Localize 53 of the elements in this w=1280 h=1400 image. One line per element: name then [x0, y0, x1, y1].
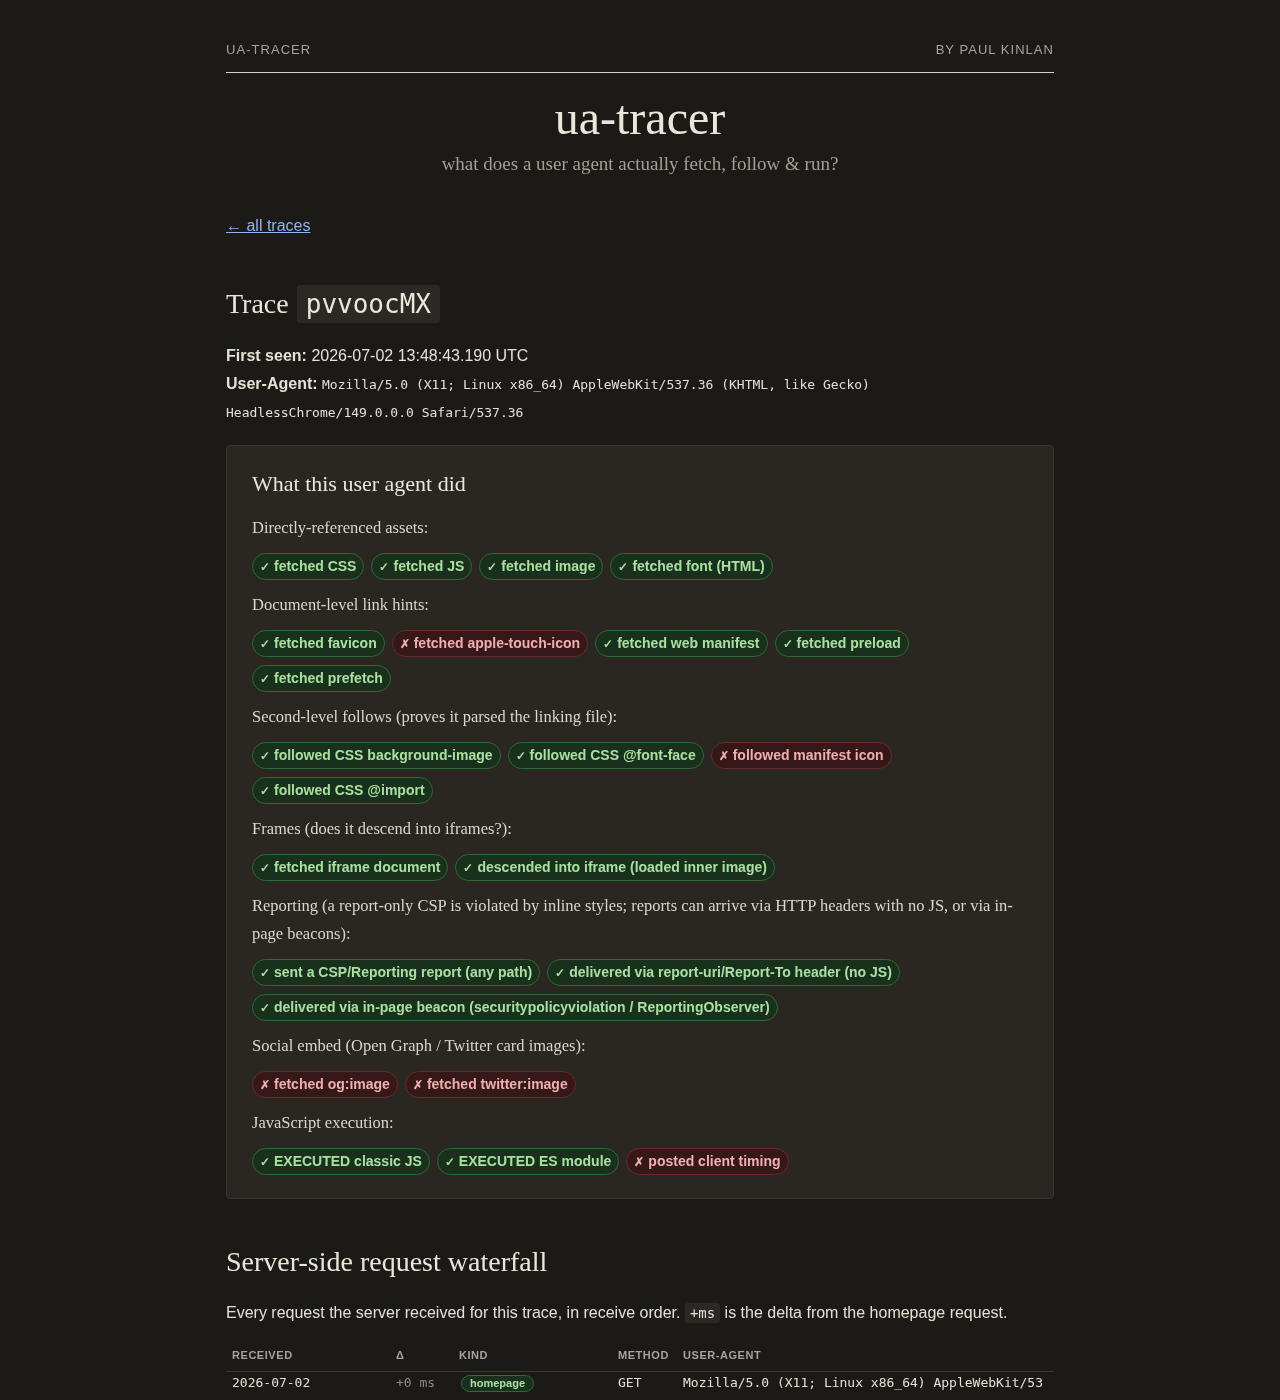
passed-result-tag: ✓ fetched image [479, 553, 604, 580]
passed-result-tag: ✓ followed CSS background-image [252, 742, 501, 769]
received-cell-text: 2026-07-02 [231, 1374, 312, 1392]
section-label: Second-level follows (proves it parsed the linking file): [252, 706, 619, 728]
failed-result-tag: ✗ followed manifest icon [710, 742, 892, 769]
failed-result-tag: ✗ fetched og:image [252, 1071, 398, 1098]
author-byline: BY PAUL KINLAN [935, 41, 1054, 59]
section-label: Frames (does it descend into iframes?): [252, 818, 513, 840]
column-header: METHOD [617, 1348, 670, 1363]
user-agent-cell-text: Mozilla/5.0 (X11; Linux x86_64) AppleWebKit/53 [682, 1374, 1045, 1392]
passed-result-tag: ✓ EXECUTED classic JS [252, 1148, 430, 1175]
method-cell-text: GET [617, 1374, 643, 1392]
column-header: Δ [395, 1348, 406, 1363]
section-label: JavaScript execution: [252, 1112, 395, 1134]
back-link[interactable]: ← all traces [226, 217, 311, 234]
first-seen-label: First seen: [226, 347, 307, 364]
passed-result-tag: ✓ EXECUTED ES module [436, 1148, 620, 1175]
passed-result-tag: ✓ descended into iframe (loaded inner image) [455, 854, 775, 881]
waterfall-description: Every request the server received for this trace, in receive order. +ms is the delta from the homepage request. [226, 1302, 1009, 1325]
trace-id: pvvoocMX [296, 285, 440, 323]
passed-result-tag: ✓ fetched prefetch [252, 665, 391, 692]
user-agent-line: User-Agent: Mozilla/5.0 (X11; Linux x86_64) AppleWebKit/537.36 (KHTML, like Gecko) HeadlessChrome/149.0.0.0 Safari/537.36 [226, 374, 871, 422]
failed-result-tag: ✗ fetched apple-touch-icon [391, 630, 589, 657]
column-header: USER-AGENT [682, 1348, 763, 1363]
passed-result-tag: ✓ sent a CSP/Reporting report (any path) [252, 959, 541, 986]
kind-tag: homepage [461, 1375, 534, 1392]
column-header: RECEIVED [231, 1348, 294, 1363]
card-title: What this user agent did [252, 470, 467, 498]
section-label: Reporting (a report-only CSP is violated by inline styles; reports can arrive via HTTP headers with no JS, or via in-page beacons): [252, 895, 1014, 945]
passed-result-tag: ✓ fetched JS [371, 553, 473, 580]
section-label: Social embed (Open Graph / Twitter card images): [252, 1035, 587, 1057]
trace-heading: Trace [226, 287, 289, 321]
passed-result-tag: ✓ fetched iframe document [252, 854, 449, 881]
passed-result-tag: ✓ fetched preload [774, 630, 909, 657]
passed-result-tag: ✓ followed CSS @import [252, 777, 433, 804]
passed-result-tag: ✓ fetched favicon [252, 630, 385, 657]
site-name: UA-TRACER [226, 41, 312, 59]
first-seen-value: 2026-07-02 13:48:43.190 UTC [311, 347, 529, 364]
column-header: KIND [458, 1348, 490, 1363]
failed-result-tag: ✗ fetched twitter:image [404, 1071, 576, 1098]
failed-result-tag: ✗ posted client timing [626, 1148, 789, 1175]
passed-result-tag: ✓ delivered via report-uri/Report-To header (no JS) [547, 959, 900, 986]
section-heading: Server-side request waterfall [226, 1245, 549, 1279]
section-label: Document-level link hints: [252, 594, 430, 616]
passed-result-tag: ✓ followed CSS @font-face [507, 742, 704, 769]
page-title: ua-tracer [553, 90, 727, 146]
delta-cell-text: +0 ms [395, 1374, 437, 1392]
page-subtitle: what does a user agent actually fetch, follow & run? [440, 152, 840, 176]
passed-result-tag: ✓ delivered via in-page beacon (securitypolicyviolation / ReportingObserver) [252, 994, 778, 1021]
passed-result-tag: ✓ fetched font (HTML) [610, 553, 773, 580]
passed-result-tag: ✓ fetched web manifest [595, 630, 768, 657]
passed-result-tag: ✓ fetched CSS [252, 553, 365, 580]
section-label: Directly-referenced assets: [252, 517, 430, 539]
